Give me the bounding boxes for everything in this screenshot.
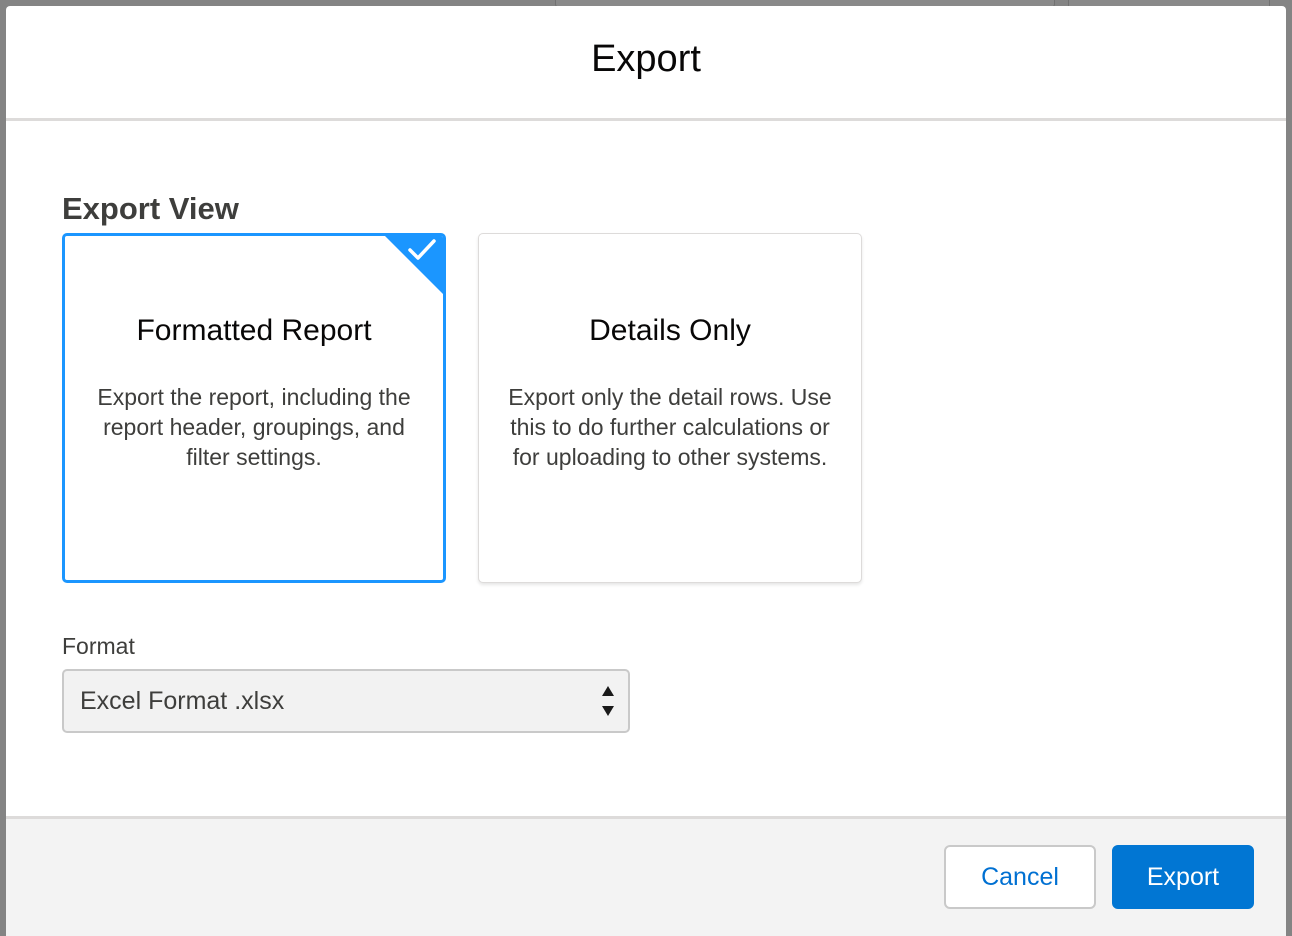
export-view-heading: Export View [62, 191, 239, 226]
format-label: Format [62, 633, 135, 659]
details-only-description: Export only the detail rows. Use this to… [508, 384, 832, 470]
export-button[interactable]: Export [1112, 845, 1254, 909]
up-down-arrows-icon [602, 686, 614, 716]
export-modal: Export Export View Formatted Report Expo… [6, 6, 1286, 936]
modal-body: Export View Formatted Report Export the … [6, 121, 1286, 816]
modal-footer: Cancel Export [6, 816, 1286, 936]
modal-title: Export [591, 37, 701, 80]
formatted-report-description: Export the report, including the report … [97, 384, 411, 470]
format-select[interactable]: Excel Format .xlsx [62, 669, 630, 733]
format-selected-value: Excel Format .xlsx [80, 687, 285, 715]
details-only-title: Details Only [589, 314, 751, 347]
formatted-report-option[interactable]: Formatted Report Export the report, incl… [62, 233, 446, 583]
modal-header: Export [6, 6, 1286, 121]
formatted-report-title: Formatted Report [136, 314, 372, 347]
details-only-option[interactable]: Details Only Export only the detail rows… [478, 233, 862, 583]
checkmark-icon [408, 239, 436, 260]
cancel-button[interactable]: Cancel [944, 845, 1096, 909]
